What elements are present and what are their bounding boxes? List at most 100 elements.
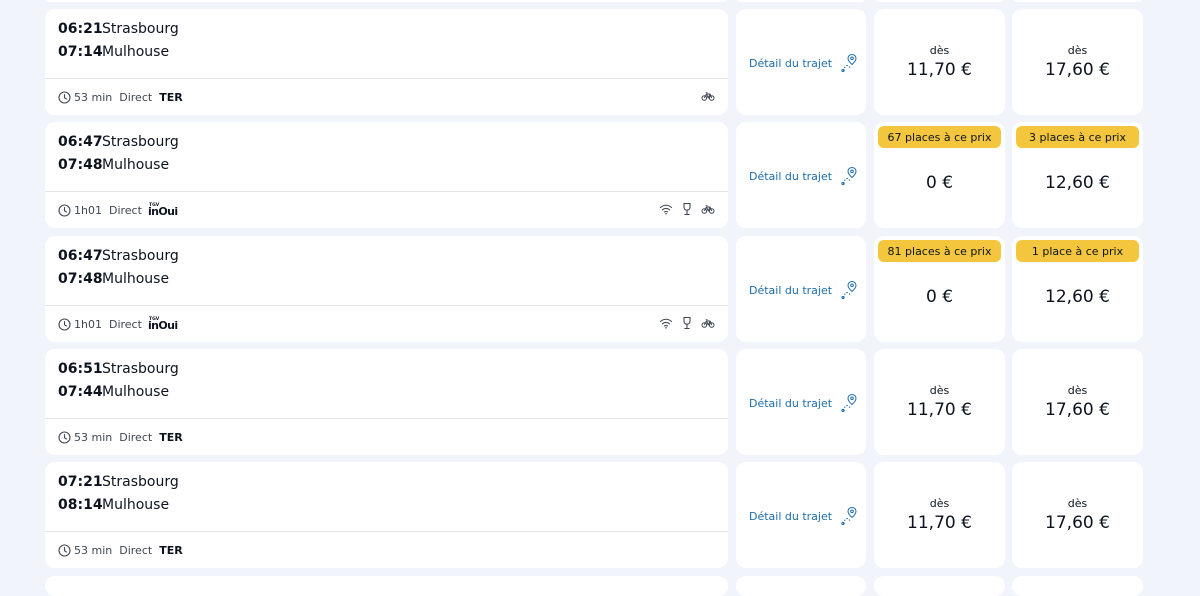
price-amount: 0 € [925,173,954,193]
divider [45,191,728,192]
trip-detail-link[interactable]: Détail du trajet [749,53,858,73]
trip-detail-label: Détail du trajet [749,283,833,297]
journey-card[interactable]: 06:51 Strasbourg 07:44 Mulhouse 53 min D… [45,349,728,455]
trip-detail-link[interactable]: Détail du trajet [749,393,858,413]
trip-detail-link[interactable]: Détail du trajet [749,506,858,526]
trip-detail-link[interactable]: Détail du trajet [749,166,858,186]
trip-detail-card[interactable]: Détail du trajet [736,462,866,568]
price-prefix: dès [1067,384,1088,397]
inoui-logo: TGV inOui [148,316,182,330]
divider [45,305,728,306]
fare-option-card[interactable]: dès 11,70 € [874,349,1005,455]
fare-option-card[interactable]: dès 17,60 € [1012,9,1143,115]
previous-journey-card [45,0,728,2]
price-amount: 12,60 € [1045,287,1110,307]
trip-detail-card[interactable]: Détail du trajet [736,9,866,115]
price-amount: 11,70 € [907,60,972,80]
fare-option-card[interactable]: dès 17,60 € [1012,462,1143,568]
journey-card[interactable]: 06:47 Strasbourg 07:48 Mulhouse 1h01 Dir… [45,236,728,342]
carrier-label: TER [159,90,183,104]
duration: 53 min [74,543,113,557]
trip-detail-card[interactable]: Détail du trajet [736,236,866,342]
price-amount: 17,60 € [1045,400,1110,420]
clock-icon [58,203,71,217]
clock-icon [58,317,71,331]
next-fare-card [1012,576,1143,596]
inoui-logo: TGV inOui [148,202,182,216]
journey-row: 07:21 Strasbourg 08:14 Mulhouse 53 min D… [0,462,1200,568]
price-prefix: dès [1067,44,1088,57]
previous-fare-card [874,0,1005,2]
departure-time: 06:47 [58,248,103,264]
map-pin-icon [840,393,858,413]
departure-time: 06:47 [58,134,103,150]
price-amount: 0 € [925,287,954,307]
next-journey-card [45,576,728,596]
bike-icon [701,89,715,103]
fare-option-card[interactable]: 67 places à ce prix 0 € [874,122,1005,228]
journey-card[interactable]: 06:21 Strasbourg 07:14 Mulhouse 53 min D… [45,9,728,115]
arrival-time: 07:48 [58,157,103,173]
departure-station: Strasbourg [102,474,179,490]
trip-detail-card[interactable]: Détail du trajet [736,349,866,455]
price-amount: 11,70 € [907,400,972,420]
fare-option-card[interactable]: 3 places à ce prix 12,60 € [1012,122,1143,228]
map-pin-icon [840,166,858,186]
duration: 53 min [74,90,113,104]
journey-card[interactable]: 07:21 Strasbourg 08:14 Mulhouse 53 min D… [45,462,728,568]
trip-detail-label: Détail du trajet [749,396,833,410]
availability-badge: 1 place à ce prix [1016,240,1139,262]
carrier-label: TER [159,543,183,557]
departure-station: Strasbourg [102,21,179,37]
availability-badge: 81 places à ce prix [878,240,1001,262]
svg-text:inOui: inOui [148,319,178,330]
fare-option-card[interactable]: 81 places à ce prix 0 € [874,236,1005,342]
duration: 1h01 [74,203,102,217]
journey-type: Direct [108,317,142,331]
arrival-station: Mulhouse [102,271,170,287]
availability-badge: 67 places à ce prix [878,126,1001,148]
departure-time: 07:21 [58,474,103,490]
bar-icon [680,316,694,330]
divider [45,531,728,532]
availability-badge: 3 places à ce prix [1016,126,1139,148]
arrival-time: 07:44 [58,384,103,400]
duration: 1h01 [74,317,102,331]
carrier-label: TER [159,430,183,444]
journey-type: Direct [108,203,142,217]
trip-detail-label: Détail du trajet [749,169,833,183]
journey-row: 06:21 Strasbourg 07:14 Mulhouse 53 min D… [0,9,1200,115]
map-pin-icon [840,53,858,73]
arrival-time: 07:14 [58,44,103,60]
arrival-station: Mulhouse [102,157,170,173]
bike-icon [701,202,715,216]
journey-type: Direct [119,543,153,557]
journey-row: 06:47 Strasbourg 07:48 Mulhouse 1h01 Dir… [0,122,1200,228]
departure-station: Strasbourg [102,134,179,150]
fare-option-card[interactable]: dès 11,70 € [874,462,1005,568]
price-prefix: dès [929,384,950,397]
departure-station: Strasbourg [102,248,179,264]
clock-icon [58,90,71,104]
journey-row: 06:51 Strasbourg 07:44 Mulhouse 53 min D… [0,349,1200,455]
fare-option-card[interactable]: 1 place à ce prix 12,60 € [1012,236,1143,342]
clock-icon [58,543,71,557]
svg-text:inOui: inOui [148,205,178,216]
price-prefix: dès [1067,497,1088,510]
journey-row: 06:47 Strasbourg 07:48 Mulhouse 1h01 Dir… [0,236,1200,342]
divider [45,78,728,79]
arrival-time: 08:14 [58,497,103,513]
fare-option-card[interactable]: dès 11,70 € [874,9,1005,115]
wifi-icon [659,316,673,330]
next-fare-card [874,576,1005,596]
journey-type: Direct [119,430,153,444]
trip-detail-link[interactable]: Détail du trajet [749,280,858,300]
previous-fare-card [1012,0,1143,2]
departure-time: 06:21 [58,21,103,37]
price-amount: 17,60 € [1045,513,1110,533]
trip-detail-card[interactable]: Détail du trajet [736,122,866,228]
price-amount: 17,60 € [1045,60,1110,80]
fare-option-card[interactable]: dès 17,60 € [1012,349,1143,455]
price-amount: 12,60 € [1045,173,1110,193]
journey-card[interactable]: 06:47 Strasbourg 07:48 Mulhouse 1h01 Dir… [45,122,728,228]
